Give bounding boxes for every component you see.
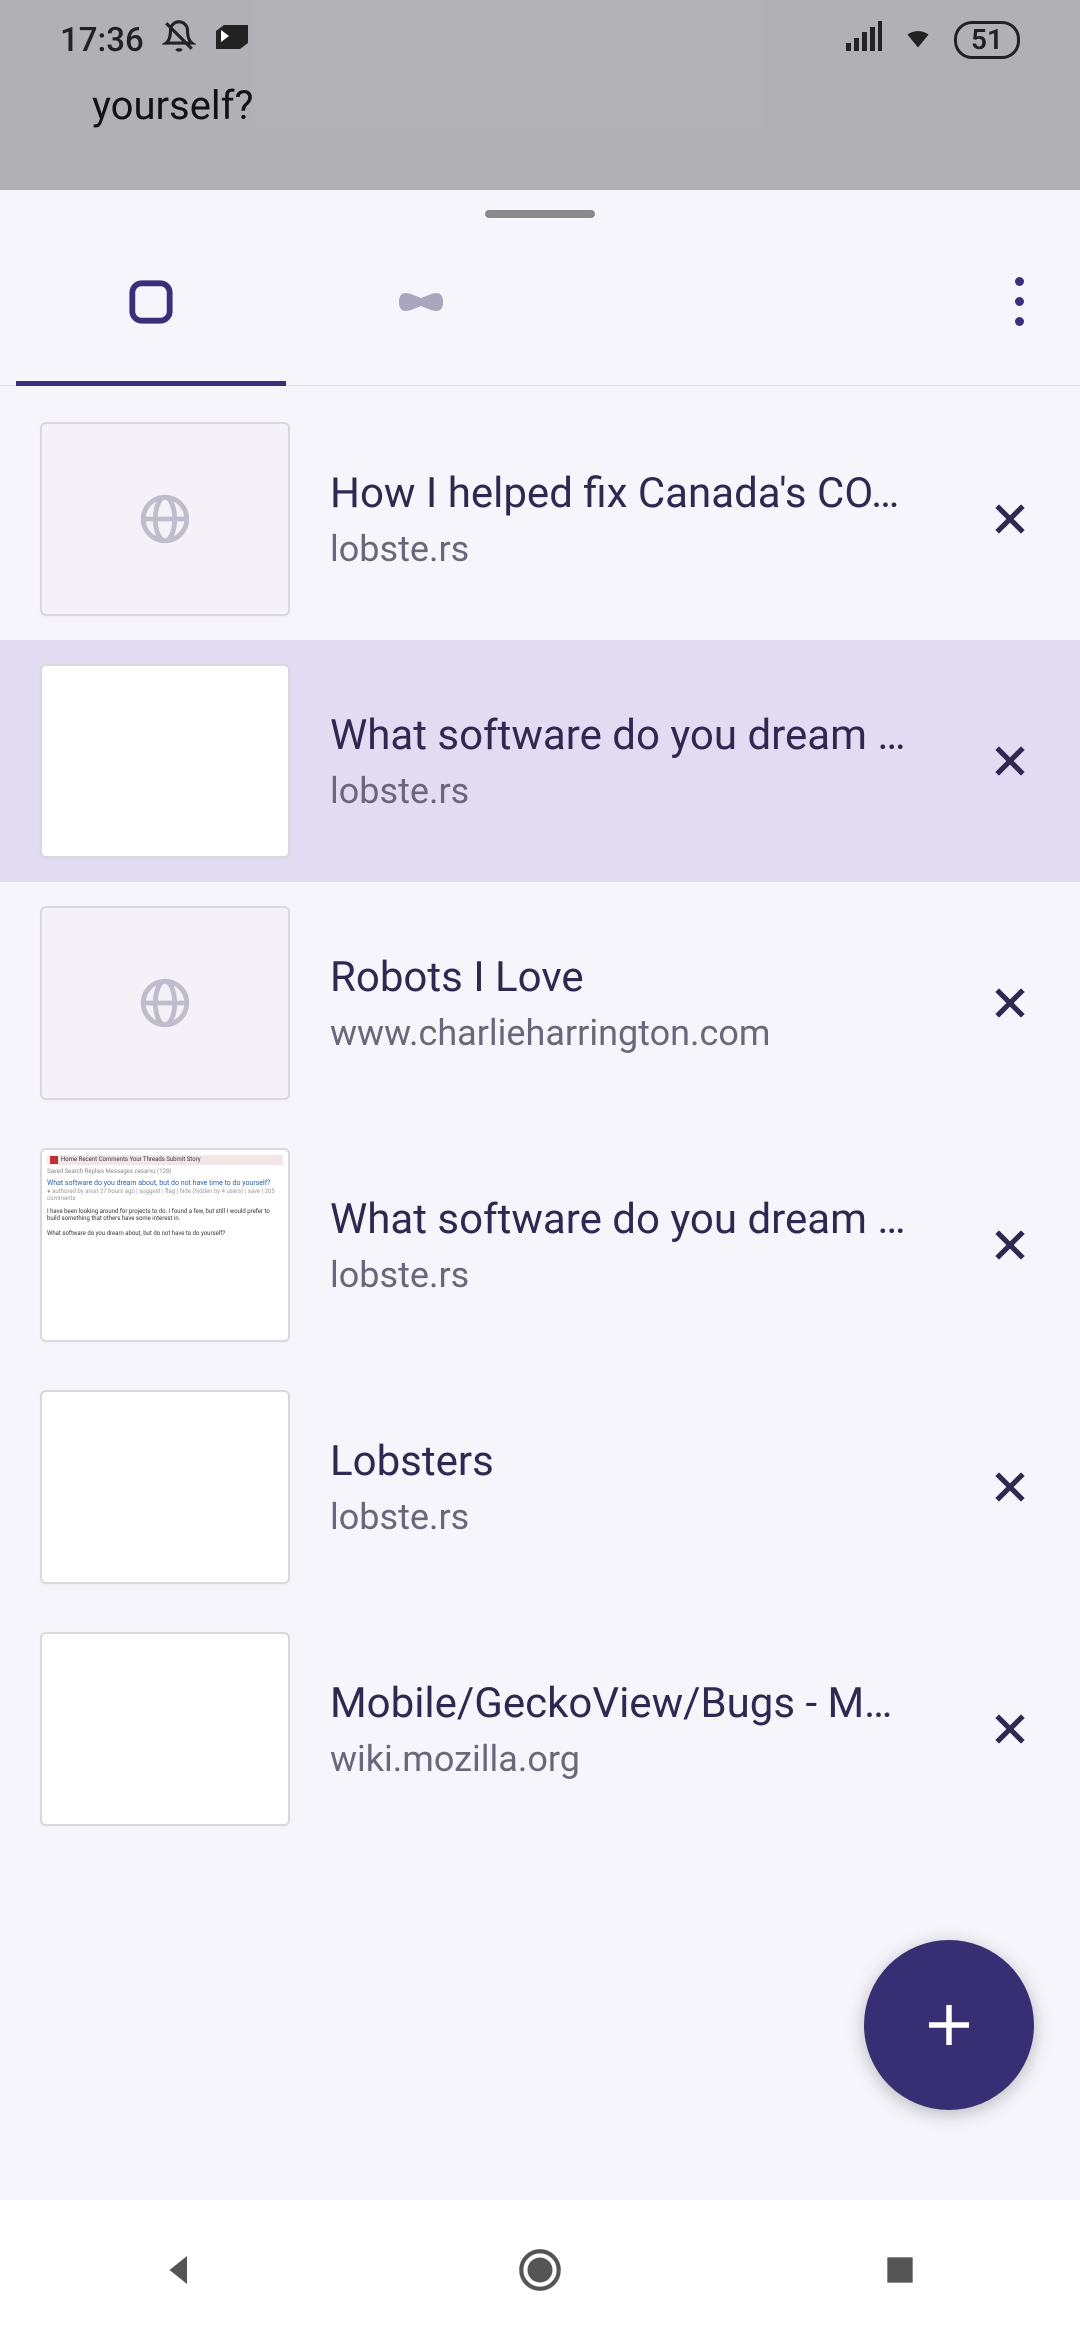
status-bar: 17:36 51 bbox=[0, 0, 1080, 80]
tabs-list[interactable]: How I helped fix Canada's CO…lobste.rsWh… bbox=[0, 386, 1080, 1850]
tab-info[interactable]: Mobile/GeckoView/Bugs - M… wiki.mozilla.o… bbox=[330, 1679, 940, 1780]
tab-info[interactable]: Lobsters lobste.rs bbox=[330, 1437, 940, 1538]
tab-info[interactable]: What software do you dream … lobste.rs bbox=[330, 711, 940, 812]
close-tab-button[interactable] bbox=[980, 489, 1040, 549]
nav-recents-button[interactable] bbox=[860, 2230, 940, 2310]
tab-title: How I helped fix Canada's CO… bbox=[330, 469, 940, 518]
tab-url: lobste.rs bbox=[330, 1254, 940, 1296]
tab-row[interactable]: What software do you dream … lobste.rs bbox=[0, 640, 1080, 882]
tab-title: What software do you dream … bbox=[330, 711, 940, 760]
drag-handle[interactable] bbox=[485, 210, 595, 218]
card-icon bbox=[214, 21, 250, 60]
tab-title: What software do you dream … bbox=[330, 1195, 940, 1244]
tab-title: Lobsters bbox=[330, 1437, 940, 1486]
close-tab-button[interactable] bbox=[980, 1215, 1040, 1275]
tab-url: wiki.mozilla.org bbox=[330, 1738, 940, 1780]
tab-row[interactable]: Robots I Love www.charlieharrington.com bbox=[0, 882, 1080, 1124]
tab-info[interactable]: Robots I Love www.charlieharrington.com bbox=[330, 953, 940, 1054]
tabs-menu-button[interactable] bbox=[974, 218, 1064, 385]
tab-row[interactable]: Lobsters lobste.rs bbox=[0, 1366, 1080, 1608]
tab-info[interactable]: What software do you dream … lobste.rs bbox=[330, 1195, 940, 1296]
tab-thumbnail[interactable]: Home Recent Comments Your Threads Submit… bbox=[40, 1148, 290, 1342]
close-tab-button[interactable] bbox=[980, 1699, 1040, 1759]
tab-thumbnail[interactable] bbox=[40, 422, 290, 616]
tab-row[interactable]: How I helped fix Canada's CO… lobste.rs bbox=[0, 398, 1080, 640]
normal-tabs-tab[interactable] bbox=[16, 218, 286, 385]
nav-back-button[interactable] bbox=[140, 2230, 220, 2310]
tabs-tray-sheet: How I helped fix Canada's CO…lobste.rsWh… bbox=[0, 190, 1080, 2340]
tab-thumbnail[interactable] bbox=[40, 1390, 290, 1584]
tab-thumbnail[interactable] bbox=[40, 1632, 290, 1826]
tab-title: Robots I Love bbox=[330, 953, 940, 1002]
tab-title: Mobile/GeckoView/Bugs - M… bbox=[330, 1679, 940, 1728]
tab-thumbnail[interactable] bbox=[40, 906, 290, 1100]
tab-row[interactable]: Mobile/GeckoView/Bugs - M… wiki.mozilla.o… bbox=[0, 1608, 1080, 1850]
sheet-tabs bbox=[0, 218, 1080, 386]
tab-url: lobste.rs bbox=[330, 528, 940, 570]
private-tabs-tab[interactable] bbox=[286, 218, 556, 385]
close-tab-button[interactable] bbox=[980, 731, 1040, 791]
tab-url: lobste.rs bbox=[330, 1496, 940, 1538]
signal-icon bbox=[846, 21, 882, 60]
status-time: 17:36 bbox=[60, 21, 144, 60]
battery-badge: 51 bbox=[954, 21, 1020, 59]
nav-home-button[interactable] bbox=[500, 2230, 580, 2310]
tab-thumbnail[interactable] bbox=[40, 664, 290, 858]
close-tab-button[interactable] bbox=[980, 973, 1040, 1033]
close-tab-button[interactable] bbox=[980, 1457, 1040, 1517]
tab-info[interactable]: How I helped fix Canada's CO… lobste.rs bbox=[330, 469, 940, 570]
wifi-icon bbox=[900, 21, 936, 60]
new-tab-fab[interactable] bbox=[864, 1940, 1034, 2110]
bell-off-icon bbox=[162, 19, 196, 62]
tab-row[interactable]: Home Recent Comments Your Threads Submit… bbox=[0, 1124, 1080, 1366]
tab-url: www.charlieharrington.com bbox=[330, 1012, 940, 1054]
system-nav-bar bbox=[0, 2200, 1080, 2340]
tab-url: lobste.rs bbox=[330, 770, 940, 812]
